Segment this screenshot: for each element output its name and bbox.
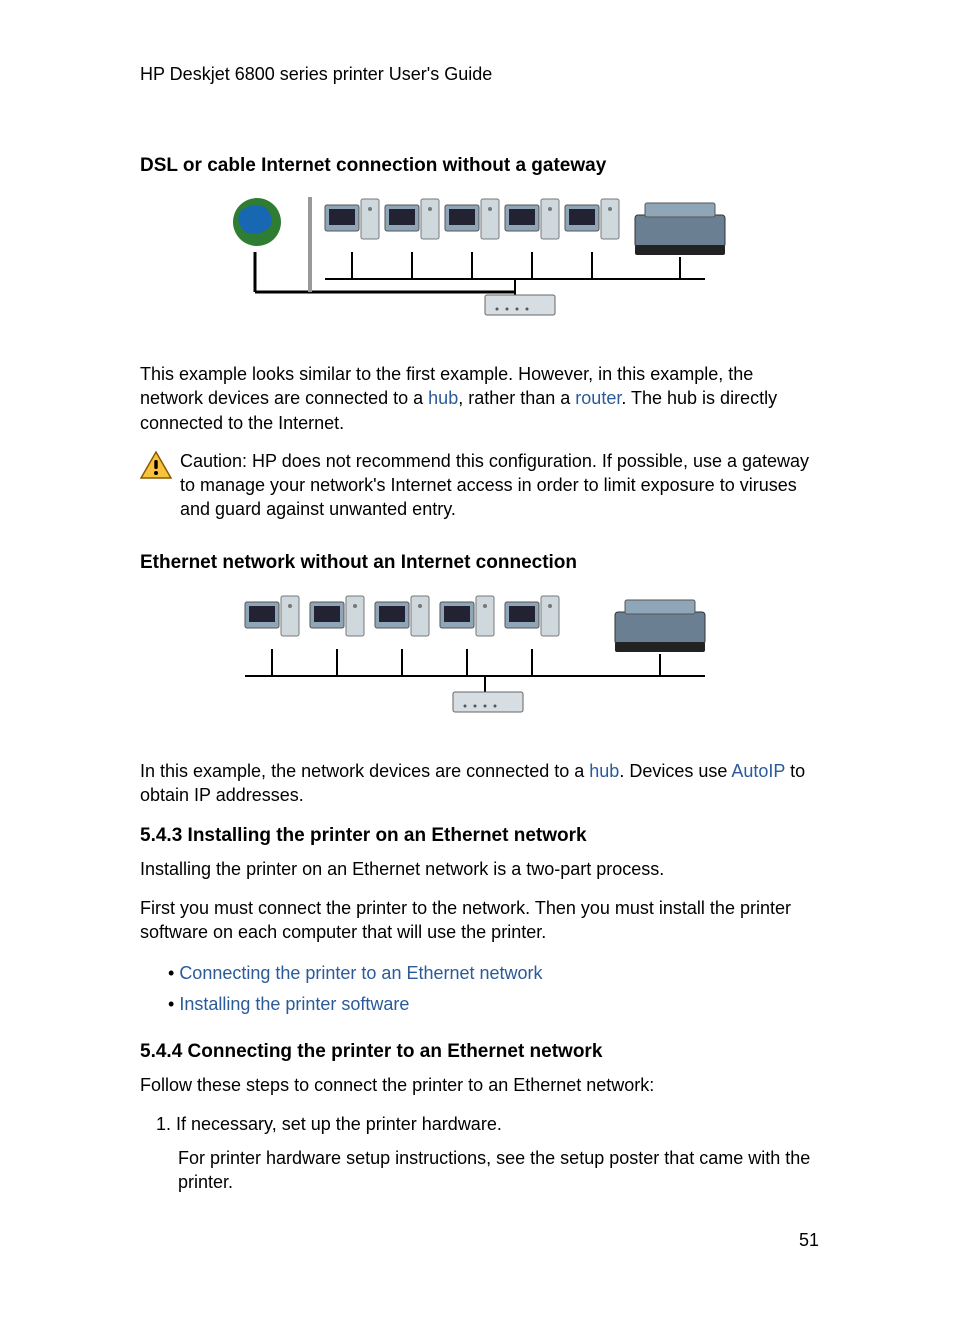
connect-steps-list: 1.If necessary, set up the printer hardw… — [156, 1112, 819, 1195]
heading-ethernet-no-internet: Ethernet network without an Internet con… — [140, 552, 819, 574]
network-diagram-icon — [235, 584, 725, 729]
paragraph-dsl-example: This example looks similar to the first … — [140, 362, 819, 435]
link-installing-software[interactable]: Installing the printer software — [179, 994, 409, 1014]
text-fragment: , rather than a — [458, 388, 575, 408]
page-number: 51 — [799, 1230, 819, 1251]
paragraph-ethernet-example: In this example, the network devices are… — [140, 759, 819, 808]
link-hub[interactable]: hub — [428, 388, 458, 408]
warning-triangle-icon — [140, 451, 172, 479]
paragraph-connect-intro: Follow these steps to connect the printe… — [140, 1073, 819, 1097]
text-fragment: In this example, the network devices are… — [140, 761, 589, 781]
caution-text: Caution: HP does not recommend this conf… — [180, 449, 819, 522]
heading-connecting-printer: 5.4.4 Connecting the printer to an Ether… — [140, 1041, 819, 1063]
step-text: If necessary, set up the printer hardwar… — [176, 1114, 502, 1134]
list-item: Connecting the printer to an Ethernet ne… — [168, 958, 819, 989]
link-autoip[interactable]: AutoIP — [731, 761, 785, 781]
diagram-ethernet-hub-network — [140, 584, 819, 729]
doc-header: HP Deskjet 6800 series printer User's Gu… — [140, 64, 819, 85]
paragraph-install-intro: Installing the printer on an Ethernet ne… — [140, 857, 819, 881]
diagram-dsl-hub-network — [140, 187, 819, 332]
paragraph-install-steps: First you must connect the printer to th… — [140, 896, 819, 945]
list-item: 1.If necessary, set up the printer hardw… — [156, 1112, 819, 1195]
link-hub[interactable]: hub — [589, 761, 619, 781]
step-subtext: For printer hardware setup instructions,… — [178, 1146, 819, 1195]
text-fragment: . Devices use — [619, 761, 731, 781]
link-router[interactable]: router — [575, 388, 621, 408]
network-diagram-icon — [225, 187, 735, 332]
link-connecting-printer[interactable]: Connecting the printer to an Ethernet ne… — [179, 963, 542, 983]
list-item: Installing the printer software — [168, 989, 819, 1020]
caution-block: Caution: HP does not recommend this conf… — [140, 449, 819, 522]
step-number: 1. — [156, 1112, 176, 1136]
install-links-list: Connecting the printer to an Ethernet ne… — [168, 958, 819, 1019]
heading-dsl-no-gateway: DSL or cable Internet connection without… — [140, 155, 819, 177]
heading-installing-printer: 5.4.3 Installing the printer on an Ether… — [140, 825, 819, 847]
